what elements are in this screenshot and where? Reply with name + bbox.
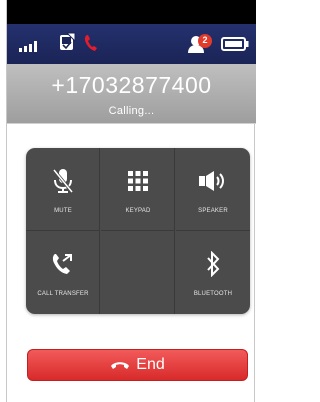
phone-icon[interactable] [83, 33, 99, 53]
call-controls-panel: MUTE KEYPAD SPEAKER CALL TRANSFER BLUETO… [26, 148, 250, 314]
hang-up-icon [111, 362, 130, 369]
phone-number: +17032877400 [51, 72, 212, 98]
speaker-label: SPEAKER [198, 208, 228, 214]
call-transfer-icon [52, 254, 72, 274]
speaker-button[interactable]: SPEAKER [176, 148, 250, 231]
end-call-button[interactable]: End [27, 349, 248, 381]
notification-count-badge: 2 [202, 35, 208, 45]
battery-icon [221, 37, 249, 51]
phone-screen: 2 +17032877400 Calling... MUTE KEYPAD SP… [6, 0, 256, 402]
top-bezel [7, 0, 256, 24]
speaker-icon [199, 171, 224, 191]
mute-label: MUTE [54, 208, 72, 214]
status-bar: 2 [7, 24, 256, 64]
mute-button[interactable]: MUTE [26, 148, 100, 231]
voicemail-icon[interactable] [59, 32, 77, 52]
call-transfer-button[interactable]: CALL TRANSFER [26, 231, 100, 314]
call-status: Calling... [108, 105, 155, 117]
signal-icon [19, 41, 37, 52]
keypad-label: KEYPAD [125, 208, 151, 214]
keypad-button[interactable]: KEYPAD [101, 148, 175, 231]
bluetooth-label: BLUETOOTH [193, 291, 233, 297]
call-header: +17032877400 Calling... [7, 64, 256, 124]
keypad-grid-icon [128, 171, 148, 191]
microphone-muted-icon [52, 169, 74, 193]
bluetooth-icon [207, 251, 220, 277]
end-call-label: End [136, 356, 165, 373]
empty-cell [101, 231, 175, 314]
call-transfer-label: CALL TRANSFER [37, 291, 89, 297]
bluetooth-button[interactable]: BLUETOOTH [176, 231, 250, 314]
contact-notification-icon[interactable]: 2 [187, 33, 213, 55]
